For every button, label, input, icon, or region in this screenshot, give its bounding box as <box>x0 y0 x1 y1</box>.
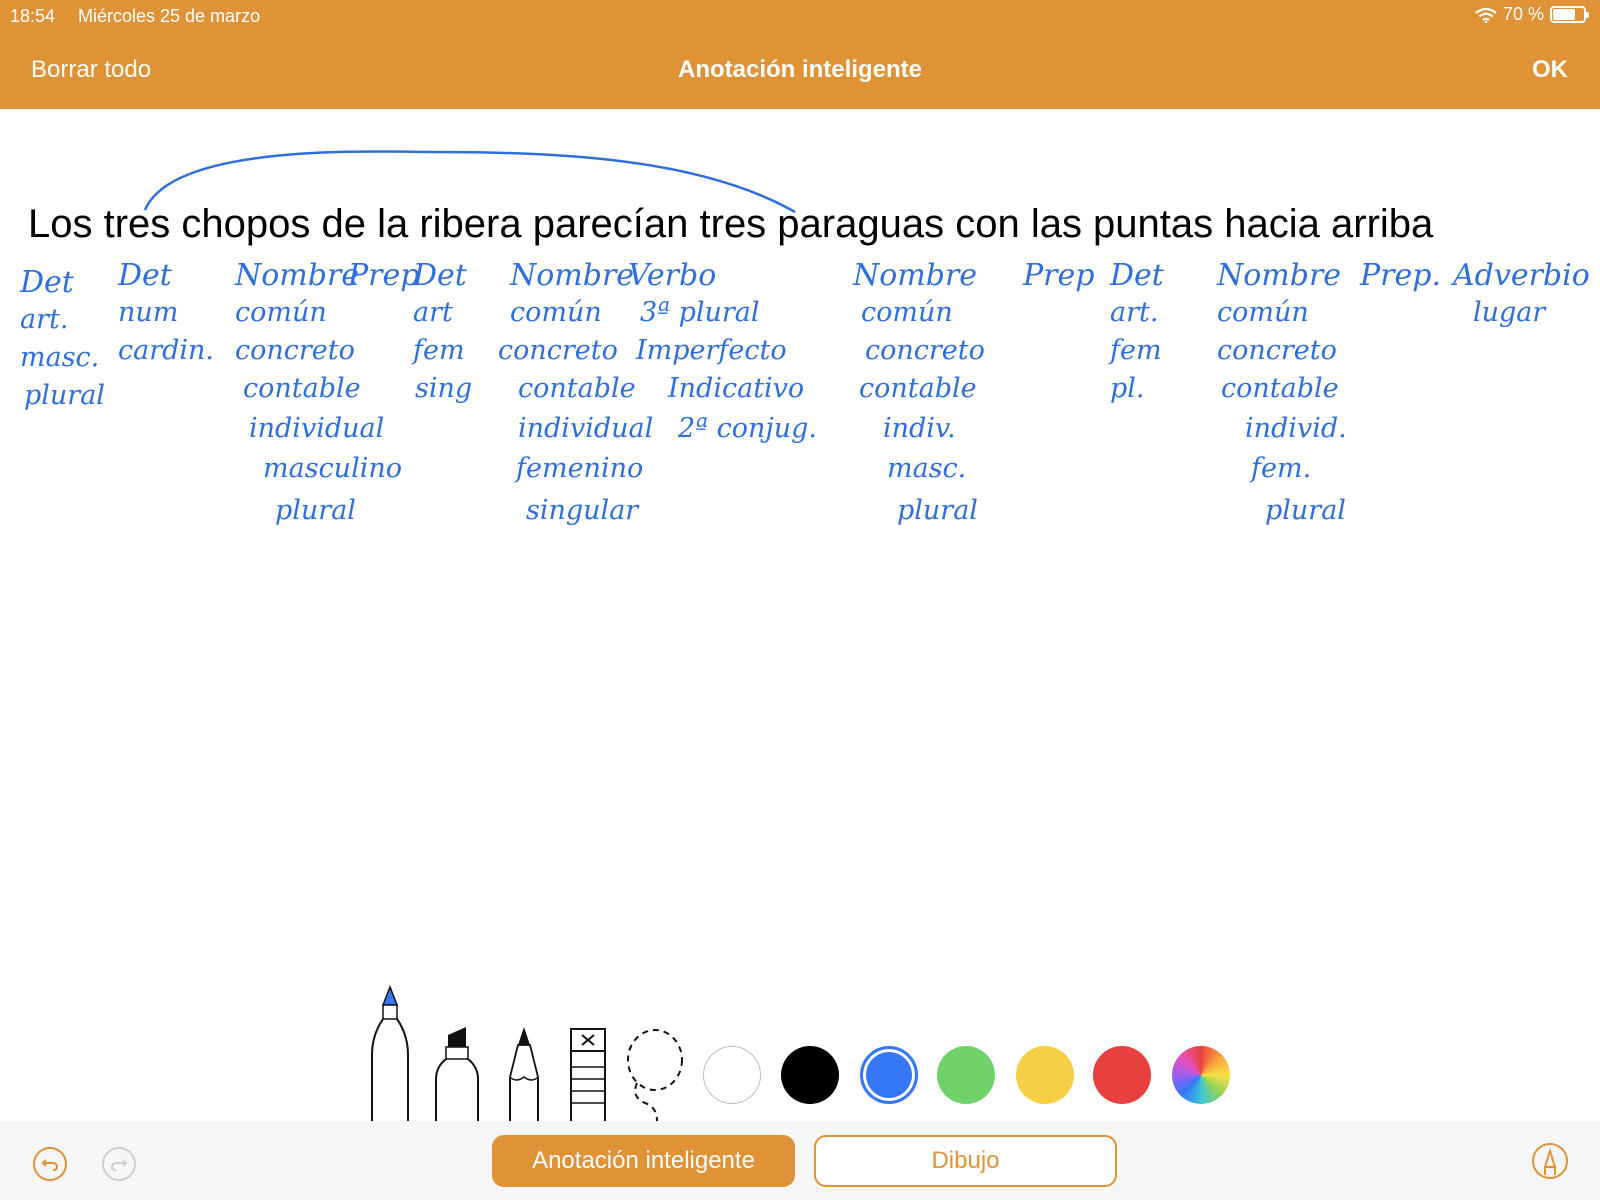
annotation-word: fem. <box>1249 453 1311 484</box>
annotation-word: Imperfecto <box>635 335 787 366</box>
annotation-word: Nombre <box>234 258 359 293</box>
annotation-word: Indicativo <box>667 373 804 404</box>
color-black[interactable] <box>781 1046 839 1104</box>
annotation-word: contable <box>243 373 361 404</box>
annotation-word: individual <box>249 413 384 444</box>
annotation-word: contable <box>518 373 636 404</box>
annotation-word: fem <box>411 335 465 366</box>
annotation-word: concreto <box>235 335 355 366</box>
annotation-word: común <box>510 297 602 328</box>
tool-pen[interactable] <box>368 984 412 1126</box>
redo-icon <box>110 1159 128 1171</box>
annotation-word: fem <box>1108 335 1162 366</box>
annotation-word: Nombre <box>509 258 634 293</box>
annotation-word: masc. <box>887 453 966 484</box>
annotation-word: Det <box>1109 258 1165 293</box>
annotation-word: cardin. <box>118 335 214 366</box>
annotation-word: art <box>413 297 453 328</box>
annotation-word: Prep <box>347 258 419 293</box>
annotation-word: Nombre <box>1216 258 1341 293</box>
annotation-word: plural <box>1265 495 1346 526</box>
color-white[interactable] <box>703 1046 761 1104</box>
tool-eraser[interactable] <box>568 1027 608 1126</box>
annotation-word: Det <box>412 258 468 293</box>
annotation-word: Nombre <box>852 258 977 293</box>
annotation-word: Det <box>117 258 173 293</box>
annotation-word: individ. <box>1245 413 1347 444</box>
color-green[interactable] <box>937 1046 995 1104</box>
annotation-word: concreto <box>1217 335 1337 366</box>
annotation-canvas[interactable]: Det art. masc. plural Det num cardin. Nombre com… <box>0 0 1600 1200</box>
annotation-word: plural <box>897 495 978 526</box>
pencil-icon <box>1543 1147 1557 1175</box>
tool-marker[interactable] <box>433 1027 481 1126</box>
annotation-word: femenino <box>514 453 643 484</box>
annotation-word: sing <box>415 373 472 404</box>
annotation-word: plural <box>24 380 105 411</box>
annotation-word: masculino <box>263 453 402 484</box>
pencil-settings-button[interactable] <box>1532 1143 1568 1179</box>
bottom-bar <box>0 1121 1600 1200</box>
color-red[interactable] <box>1093 1046 1151 1104</box>
tab-drawing[interactable]: Dibujo <box>814 1135 1117 1187</box>
handwritten-annotations: Det art. masc. plural Det num cardin. Nombre com… <box>19 258 1590 526</box>
annotation-word: 3ª plural <box>640 297 760 328</box>
annotation-word: individual <box>518 413 653 444</box>
undo-button[interactable] <box>33 1147 67 1181</box>
annotation-word: Det <box>19 265 75 300</box>
undo-icon <box>41 1159 59 1171</box>
tool-pencil[interactable] <box>504 1027 544 1126</box>
annotation-word: Adverbio <box>1450 258 1590 293</box>
annotation-word: Prep. <box>1359 258 1441 293</box>
annotation-word: lugar <box>1473 297 1547 328</box>
annotation-word: común <box>861 297 953 328</box>
annotation-word: concreto <box>865 335 985 366</box>
annotation-word: singular <box>526 495 640 526</box>
annotation-word: art. <box>20 304 68 335</box>
annotation-word: art. <box>1110 297 1158 328</box>
color-yellow[interactable] <box>1016 1046 1074 1104</box>
agreement-arc <box>143 150 796 214</box>
annotation-word: Verbo <box>628 258 716 293</box>
annotation-word: masc. <box>20 342 99 373</box>
annotation-word: pl. <box>1110 373 1145 404</box>
tool-lasso[interactable] <box>623 1027 687 1126</box>
annotation-word: indiv. <box>883 413 956 444</box>
annotation-word: concreto <box>498 335 618 366</box>
color-blue[interactable] <box>860 1046 918 1104</box>
annotation-word: 2ª conjug. <box>677 413 817 444</box>
annotation-word: num <box>118 297 178 328</box>
annotation-word: contable <box>859 373 977 404</box>
annotation-word: común <box>1217 297 1309 328</box>
tab-smart-annotation[interactable]: Anotación inteligente <box>492 1135 795 1187</box>
annotation-word: Prep <box>1022 258 1094 293</box>
color-picker[interactable] <box>1172 1046 1230 1104</box>
annotation-word: plural <box>275 495 356 526</box>
redo-button[interactable] <box>102 1147 136 1181</box>
annotation-word: contable <box>1221 373 1339 404</box>
annotation-word: común <box>235 297 327 328</box>
